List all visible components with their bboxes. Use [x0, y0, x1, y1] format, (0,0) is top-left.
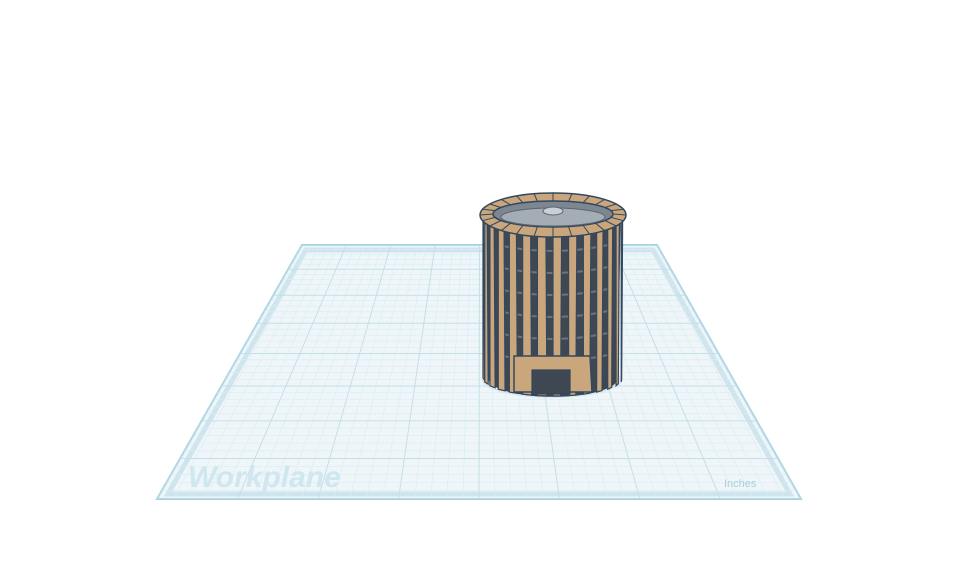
cylinder-door — [513, 355, 593, 395]
3d-viewport[interactable]: Workplane Inches — [0, 0, 965, 569]
cylinder-slat — [489, 221, 496, 389]
cylinder-slat — [484, 217, 489, 386]
units-label[interactable]: Inches — [724, 478, 757, 490]
viewport-canvas[interactable]: Workplane Inches — [0, 0, 965, 569]
center-post — [542, 206, 564, 216]
grid-line-vertical — [478, 245, 480, 499]
cylinder-slat — [615, 219, 620, 388]
cylinder-slat — [607, 223, 614, 391]
workplane-label: Workplane — [188, 461, 341, 494]
workplane[interactable]: Workplane Inches — [155, 244, 803, 500]
cylinder-slat — [497, 225, 506, 392]
slatted-cylinder-object[interactable] — [479, 192, 627, 398]
cylinder-slat — [596, 226, 604, 393]
door-opening — [531, 369, 571, 395]
cylinder-rim — [479, 192, 627, 238]
